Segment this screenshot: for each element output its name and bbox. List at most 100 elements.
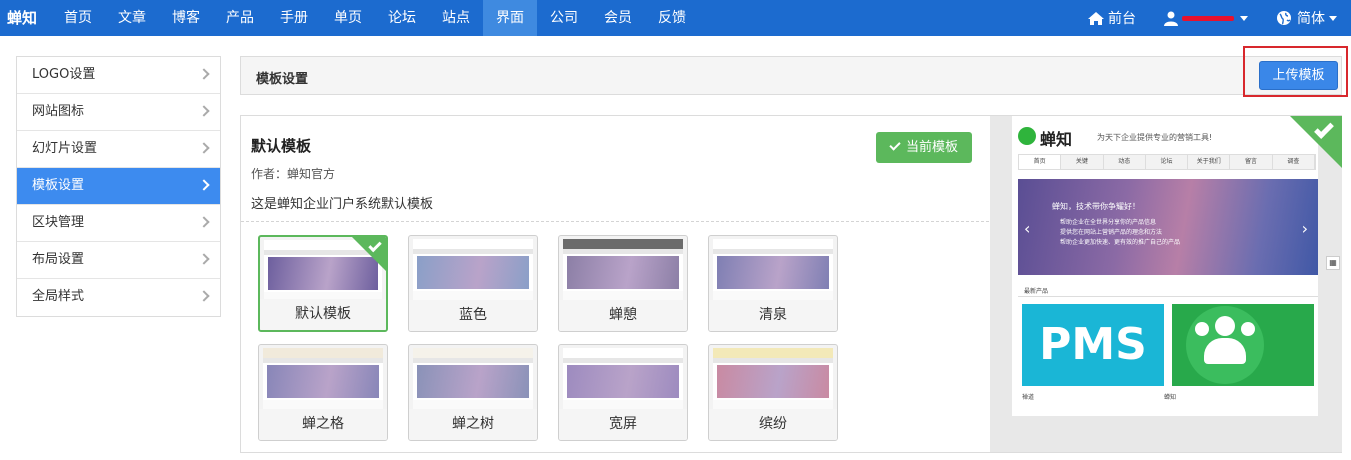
upload-template-button[interactable]: 上传模板	[1259, 61, 1338, 90]
nav-item-pages[interactable]: 单页	[321, 0, 375, 36]
preview-nav: 首页 关键 动态 论坛 关于我们 留言 调查	[1018, 154, 1316, 170]
nav-item-blog[interactable]: 博客	[159, 0, 213, 36]
sidebar-item-label: 网站图标	[32, 104, 85, 119]
panel-title: 模板设置	[256, 72, 309, 87]
home-icon	[1088, 11, 1104, 25]
preview-banner: ‹ › 蝉知，技术带你争耀好！ 帮助企业在全世界分享你的产品信息 提供您在网站上…	[1018, 179, 1318, 275]
sidebar-item-logo[interactable]: LOGO设置	[17, 57, 220, 94]
theme-thumb-image	[263, 348, 383, 410]
nav-item-company[interactable]: 公司	[537, 0, 591, 36]
preview-section-title: 最新产品	[1018, 286, 1318, 297]
preview-nav-item: 关键	[1061, 155, 1104, 169]
template-name: 默认模板	[251, 137, 312, 155]
users-product-image	[1172, 304, 1314, 386]
sidebar-item-label: 幻灯片设置	[32, 141, 98, 156]
theme-thumb-chanqi[interactable]: 蝉憩	[558, 235, 688, 332]
theme-thumb-label: 蓝色	[409, 300, 537, 331]
thumb-banner	[567, 365, 679, 398]
theme-thumb-label: 蝉之树	[409, 409, 537, 440]
theme-thumb-chanzhige[interactable]: 蝉之格	[258, 344, 388, 441]
sidebar-item-label: 全局样式	[32, 289, 85, 304]
banner-line: 提供您在网站上营销产品的理念和方法	[1060, 229, 1163, 236]
thumb-header	[263, 348, 383, 358]
theme-thumb-default[interactable]: 默认模板	[258, 235, 388, 332]
thumb-header	[563, 239, 683, 249]
sidebar-item-templates[interactable]: 模板设置	[17, 168, 220, 205]
theme-thumb-label: 蝉憩	[559, 300, 687, 331]
chevron-right-icon	[198, 253, 210, 265]
current-template-label: 当前模板	[905, 140, 958, 155]
thumb-nav	[713, 358, 833, 363]
chevron-right-icon: ›	[1301, 219, 1308, 238]
user-icon	[1164, 11, 1178, 26]
theme-thumb-widescreen[interactable]: 宽屏	[558, 344, 688, 441]
thumb-header	[563, 348, 683, 358]
nav-item-manual[interactable]: 手册	[267, 0, 321, 36]
banner-line: 帮助企业在全世界分享你的产品信息	[1060, 219, 1157, 226]
preview-product-captions: 禅道 蝉知	[1022, 392, 1176, 401]
nav-item-ui[interactable]: 界面	[483, 0, 538, 36]
logo-icon	[1018, 127, 1036, 145]
language-label: 简体	[1297, 11, 1325, 27]
banner-title: 蝉知，技术带你争耀好！	[1052, 202, 1140, 211]
preview-nav-item: 动态	[1104, 155, 1146, 169]
sidebar-item-label: 布局设置	[32, 252, 85, 267]
sidebar-item-global-style[interactable]: 全局样式	[17, 279, 220, 316]
theme-thumb-image	[413, 239, 533, 301]
theme-thumb-label: 缤纷	[709, 409, 837, 440]
nav-item-products[interactable]: 产品	[213, 0, 267, 36]
nav-item-site[interactable]: 站点	[429, 0, 483, 36]
thumb-header	[713, 348, 833, 358]
sidebar-item-blocks[interactable]: 区块管理	[17, 205, 220, 242]
users-icon	[1195, 322, 1209, 336]
chevron-right-icon	[198, 105, 210, 117]
thumb-banner	[717, 256, 829, 289]
sidebar-item-layout[interactable]: 布局设置	[17, 242, 220, 279]
nav-item-feedback[interactable]: 反馈	[645, 0, 699, 36]
thumb-nav	[413, 249, 533, 254]
chevron-right-icon	[198, 142, 210, 154]
template-author: 作者：蝉知官方	[251, 167, 336, 181]
current-template-button[interactable]: 当前模板	[876, 132, 972, 163]
top-navbar: 蝉知 首页 文章 博客 产品 手册 单页 论坛 站点 界面 公司 会员 反馈 前…	[0, 0, 1351, 36]
theme-thumb-label: 清泉	[709, 300, 837, 331]
users-icon	[1215, 316, 1235, 336]
chevron-down-icon	[1240, 15, 1248, 21]
nav-item-members[interactable]: 会员	[591, 0, 645, 36]
chevron-left-icon: ‹	[1024, 219, 1031, 238]
banner-line: 帮助企业更加快速、更有效的推广自己的产品	[1060, 239, 1181, 246]
sidebar-item-label: 模板设置	[32, 178, 85, 193]
frontend-link[interactable]: 前台	[1073, 0, 1150, 36]
product-caption: 禅道	[1022, 394, 1035, 401]
user-menu[interactable]	[1150, 0, 1262, 36]
sidebar-item-favicon[interactable]: 网站图标	[17, 94, 220, 131]
chevron-right-icon	[198, 290, 210, 302]
thumb-header	[713, 239, 833, 249]
sidebar-item-label: 区块管理	[32, 215, 85, 230]
theme-thumb-label: 默认模板	[260, 299, 386, 330]
qrcode-icon: ▦	[1326, 256, 1340, 270]
theme-thumb-image	[563, 239, 683, 301]
navbar-right: 前台 简体	[1073, 0, 1351, 36]
selected-corner	[1290, 116, 1342, 168]
nav-item-articles[interactable]: 文章	[105, 0, 159, 36]
thumb-banner	[417, 365, 529, 398]
frontend-label: 前台	[1108, 11, 1136, 27]
thumb-banner	[717, 365, 829, 398]
chevron-right-icon	[198, 216, 210, 228]
thumb-nav	[413, 358, 533, 363]
sidebar-item-label: LOGO设置	[32, 67, 96, 82]
thumb-header	[413, 239, 533, 249]
language-menu[interactable]: 简体	[1262, 0, 1351, 36]
theme-thumb-colorful[interactable]: 缤纷	[708, 344, 838, 441]
nav-item-forum[interactable]: 论坛	[375, 0, 429, 36]
preview-nav-item: 关于我们	[1188, 155, 1231, 169]
template-description: 这是蝉知企业门户系统默认模板	[251, 197, 434, 212]
brand-logo[interactable]: 蝉知	[0, 0, 51, 36]
thumb-header	[413, 348, 533, 358]
sidebar-item-slides[interactable]: 幻灯片设置	[17, 131, 220, 168]
theme-thumb-qingquan[interactable]: 清泉	[708, 235, 838, 332]
theme-thumb-chanzhishu[interactable]: 蝉之树	[408, 344, 538, 441]
theme-thumb-blue[interactable]: 蓝色	[408, 235, 538, 332]
nav-item-home[interactable]: 首页	[51, 0, 105, 36]
